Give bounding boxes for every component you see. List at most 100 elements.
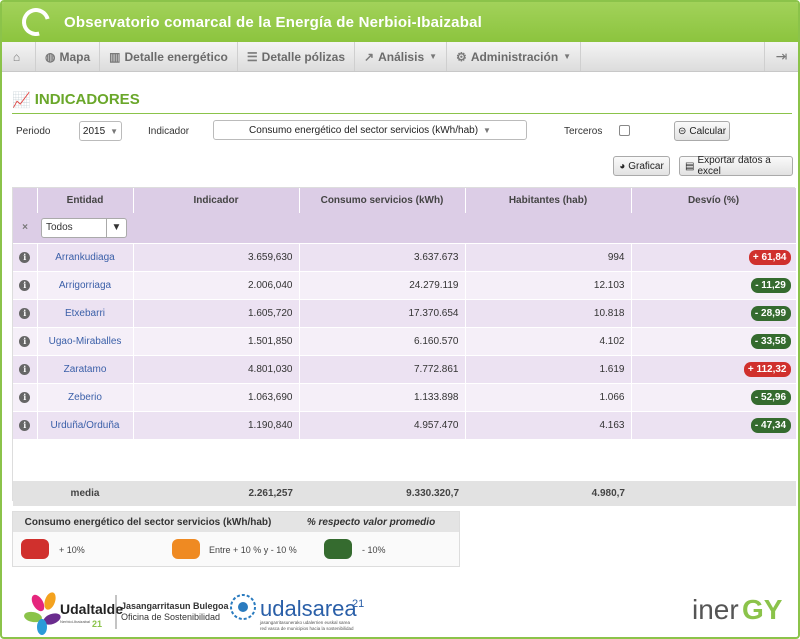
info-icon: i xyxy=(19,279,31,291)
exportar-label: Exportar datos a excel xyxy=(697,155,771,177)
nav-administracion[interactable]: ⚙ Administración ▼ xyxy=(447,42,582,71)
col-empty xyxy=(13,188,38,213)
info-button[interactable]: i xyxy=(13,270,38,299)
entidad-link[interactable]: Arrankudiaga xyxy=(37,242,134,271)
consumo-value: 7.772.861 xyxy=(299,354,466,383)
nav-home[interactable]: ⌂ xyxy=(2,42,36,71)
excel-file-icon: ▤ xyxy=(685,160,695,172)
habitantes-value: 1.619 xyxy=(465,354,632,383)
table-row: i Ugao-Miraballes 1.501,850 6.160.570 4.102 -… xyxy=(13,326,797,355)
entidad-link[interactable]: Etxebarri xyxy=(37,298,134,327)
indicador-value: 1.605,720 xyxy=(133,298,300,327)
entidad-filter-value: Todos xyxy=(46,222,73,234)
consumo-value: 17.370.654 xyxy=(299,298,466,327)
udaltalde-text: Udaltalde xyxy=(60,601,123,617)
legend-swatch-high xyxy=(21,539,49,559)
info-button[interactable]: i xyxy=(13,298,38,327)
indicador-value: 3.659,630 xyxy=(133,242,300,271)
legend-label-mid: Entre + 10 % y - 10 % xyxy=(209,545,297,555)
app-frame: Observatorio comarcal de la Energía de N… xyxy=(0,0,800,639)
habitantes-value: 12.103 xyxy=(465,270,632,299)
section-title-text: INDICADORES xyxy=(34,91,140,108)
periodo-label: Periodo xyxy=(16,126,51,137)
udaltalde-sub: Nerbioi-Ibaizabal xyxy=(60,619,90,624)
udalsarea-logo: udalsarea 21 jasangarritasunerako udaler… xyxy=(230,594,364,631)
filter-icon[interactable]: ▼ xyxy=(106,218,126,237)
sign-out-icon: ⇥ xyxy=(775,48,788,64)
consumo-value: 3.637.673 xyxy=(299,242,466,271)
table-row: i Arrankudiaga 3.659,630 3.637.673 994 + 61,8… xyxy=(13,242,797,271)
col-entidad[interactable]: Entidad xyxy=(37,188,134,213)
table-row: i Arrigorriaga 2.006,040 24.279.119 12.103 - … xyxy=(13,270,797,299)
exportar-button[interactable]: ▤ Exportar datos a excel xyxy=(679,155,793,177)
periodo-value: 2015 xyxy=(82,125,106,137)
indicador-value: 1.063,690 xyxy=(133,382,300,411)
nav-mapa[interactable]: ◍ Mapa xyxy=(36,42,101,71)
indicador-value: 4.801,030 xyxy=(133,354,300,383)
graficar-button[interactable]: ◕ Graficar xyxy=(613,156,670,176)
legend-header: Consumo energético del sector servicios … xyxy=(13,512,459,532)
app-header: Observatorio comarcal de la Energía de N… xyxy=(2,2,798,42)
habitantes-value: 994 xyxy=(465,242,632,271)
col-indicador[interactable]: Indicador xyxy=(133,188,300,213)
table-row: i Zeberio 1.063,690 1.133.898 1.066 - 52,96 xyxy=(13,382,797,411)
periodo-select[interactable]: 2015 ▼ xyxy=(79,121,122,141)
calcular-label: Calcular xyxy=(689,125,727,137)
udaltalde-num: 21 xyxy=(92,619,102,629)
col-desvio[interactable]: Desvío (%) xyxy=(631,188,797,213)
desvio-cell: - 47,34 xyxy=(631,410,797,439)
consumo-value: 4.957.470 xyxy=(299,410,466,439)
desvio-badge: + 61,84 xyxy=(748,249,791,265)
entidad-link[interactable]: Zaratamo xyxy=(37,354,134,383)
col-habitantes[interactable]: Habitantes (hab) xyxy=(465,188,632,213)
info-button[interactable]: i xyxy=(13,326,38,355)
app-title: Observatorio comarcal de la Energía de N… xyxy=(64,13,483,31)
info-icon: i xyxy=(19,363,31,375)
table-row: i Etxebarri 1.605,720 17.370.654 10.818 - 28,… xyxy=(13,298,797,327)
udaltalde-logo: Udaltalde Nerbioi-Ibaizabal 21 xyxy=(24,592,123,635)
indicador-value: 1.190,840 xyxy=(133,410,300,439)
bar-chart-icon: ▥ xyxy=(109,49,121,64)
consumo-value: 24.279.119 xyxy=(299,270,466,299)
inergy-logo: iner GY xyxy=(692,594,783,625)
nav-analisis[interactable]: ↗ Análisis ▼ xyxy=(355,42,448,71)
media-indicador: 2.261,257 xyxy=(133,481,299,506)
chevron-down-icon: ▼ xyxy=(429,52,438,61)
entidad-link[interactable]: Arrigorriaga xyxy=(37,270,134,299)
nav-detalle-energetico-label: Detalle energético xyxy=(124,49,228,64)
nav-detalle-polizas[interactable]: ☰ Detalle pólizas xyxy=(238,42,356,71)
info-icon: i xyxy=(19,335,31,347)
nav-detalle-energetico[interactable]: ▥ Detalle energético xyxy=(100,42,238,71)
nav-analisis-label: Análisis xyxy=(378,49,425,64)
indicador-select[interactable]: Consumo energético del sector servicios … xyxy=(213,120,527,140)
entidad-filter[interactable]: Todos ▼ xyxy=(41,217,127,238)
entidad-link[interactable]: Ugao-Miraballes xyxy=(37,326,134,355)
legend-subtitle: % respecto valor promedio xyxy=(306,516,436,528)
info-button[interactable]: i xyxy=(13,354,38,383)
globe-icon: ◍ xyxy=(45,49,56,64)
info-button[interactable]: i xyxy=(13,410,38,439)
media-habitantes: 4.980,7 xyxy=(465,481,631,506)
col-consumo[interactable]: Consumo servicios (kWh) xyxy=(299,188,466,213)
inergy-text-a: iner xyxy=(692,594,739,625)
calcular-button[interactable]: ⊝ Calcular xyxy=(674,121,730,141)
habitantes-value: 4.102 xyxy=(465,326,632,355)
entidad-link[interactable]: Urduña/Orduña xyxy=(37,410,134,439)
habitantes-value: 1.066 xyxy=(465,382,632,411)
partner-logos: Udaltalde Nerbioi-Ibaizabal 21 Jasangarr… xyxy=(24,592,783,635)
entidad-link[interactable]: Zeberio xyxy=(37,382,134,411)
info-button[interactable]: i xyxy=(13,242,38,271)
line-chart-icon: 📈 xyxy=(12,91,31,109)
clear-filter-icon[interactable]: × xyxy=(22,222,28,233)
desvio-badge: - 52,96 xyxy=(750,389,791,405)
desvio-badge: - 11,29 xyxy=(750,277,791,293)
terceros-checkbox[interactable] xyxy=(619,125,630,136)
nav-mapa-label: Mapa xyxy=(59,49,91,64)
logout-button[interactable]: ⇥ xyxy=(764,42,798,71)
legend-swatch-low xyxy=(324,539,352,559)
udalsarea-text: udalsarea xyxy=(260,596,357,621)
home-icon: ⌂ xyxy=(12,49,21,64)
legend-label-high: + 10% xyxy=(59,545,85,555)
info-button[interactable]: i xyxy=(13,382,38,411)
logo-icon xyxy=(16,2,56,42)
